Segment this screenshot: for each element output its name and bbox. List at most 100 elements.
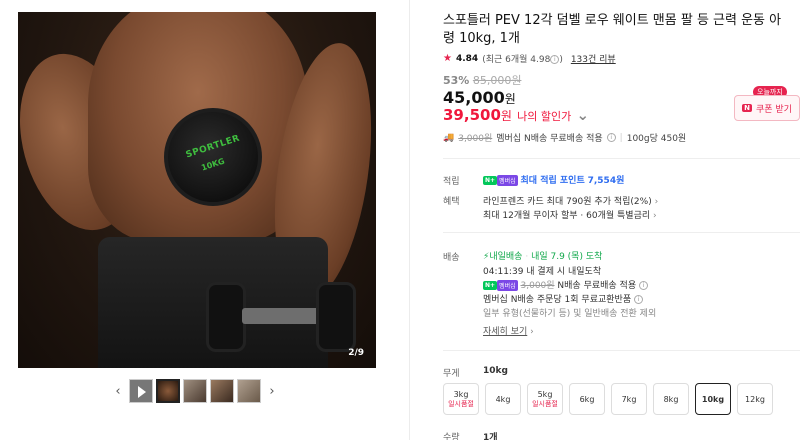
- naver-n-icon: N: [742, 104, 752, 112]
- option-7kg[interactable]: 7kg: [611, 383, 647, 415]
- thumbnail-fill: [211, 380, 233, 402]
- n-delivery-row: N+ 멤버십 3,000원 N배송 무료배송 적용 i: [483, 278, 648, 291]
- divider: ·: [525, 252, 529, 262]
- points-label: 적립: [443, 177, 460, 187]
- option-label: 7kg: [621, 394, 637, 404]
- dumbbell-handle: [242, 308, 320, 324]
- benefit-card[interactable]: 라인프렌즈 카드 최대 790원 추가 적립(2%) ›: [483, 194, 658, 207]
- divider: |: [619, 132, 623, 143]
- option-soldout: 일시품절: [448, 399, 474, 408]
- option-soldout: 일시품절: [532, 399, 558, 408]
- dumbbell-plate: [316, 282, 356, 352]
- coupon-button[interactable]: N 쿠폰 받기: [734, 95, 800, 121]
- shipping-original-fee: 3,000원: [458, 134, 493, 144]
- my-price-label: 나의 할인가: [517, 110, 572, 123]
- benefit-card-text: 라인프렌즈 카드 최대 790원 추가 적립(2%): [483, 197, 652, 207]
- chevron-down-icon: ⌄: [576, 106, 590, 124]
- option-8kg[interactable]: 8kg: [653, 383, 689, 415]
- rating-row: ★ 4.84 (최근 6개월 4.98 i) 133건 리뷰: [443, 52, 616, 65]
- npay-icon: N+: [483, 281, 498, 290]
- option-label: 8kg: [663, 394, 679, 404]
- star-icon: ★: [443, 53, 452, 64]
- image-counter: 2/9: [348, 348, 364, 358]
- option-label: 3kg: [453, 389, 469, 399]
- thumbnail-5[interactable]: [237, 379, 261, 403]
- my-discount-price[interactable]: 39,500원 나의 할인가 ⌄: [443, 106, 589, 124]
- thumbnail-strip: ‹ ›: [110, 378, 280, 404]
- rating-detail-text: (최근 6개월 4.98: [482, 55, 551, 65]
- option-label: 12kg: [745, 394, 765, 404]
- review-link[interactable]: 133건 리뷰: [571, 52, 616, 65]
- option-3kg[interactable]: 3kg 일시품절: [443, 383, 479, 415]
- rating-detail: (최근 6개월 4.98 i): [482, 55, 563, 65]
- sale-price-unit: 원: [504, 92, 516, 106]
- n-delivery-text: N배송 무료배송 적용: [557, 281, 637, 291]
- thumb-prev-arrow[interactable]: ‹: [110, 384, 126, 399]
- weight-label: 무게: [443, 369, 460, 379]
- info-icon[interactable]: i: [606, 133, 616, 142]
- thumbnail-4[interactable]: [210, 379, 234, 403]
- play-icon: [138, 386, 146, 398]
- thumbnail-2[interactable]: [156, 379, 180, 403]
- weight-options: 3kg 일시품절 4kg 5kg 일시품절 6kg 7kg 8kg 10kg 12k…: [443, 383, 773, 415]
- info-icon[interactable]: i: [550, 55, 560, 64]
- delivery-cutoff: 04:11:39 내 결제 시 내일도착: [483, 267, 602, 277]
- weight-selected-value: 10kg: [483, 366, 508, 376]
- chevron-right-icon: ›: [654, 197, 659, 207]
- dumbbell-plate: [206, 282, 246, 352]
- membership-icon: 멤버십: [497, 175, 518, 186]
- thumbnail-video[interactable]: [129, 379, 153, 403]
- npay-icon: N+: [483, 176, 498, 185]
- exchange-row: 멤버십 N배송 주문당 1회 무료교환반품 i: [483, 292, 643, 305]
- points-value-row[interactable]: N+ 멤버십 최대 적립 포인트 7,554원: [483, 173, 624, 186]
- divider: [443, 158, 800, 159]
- option-6kg[interactable]: 6kg: [569, 383, 605, 415]
- delivery-note: 일부 유형(선물하기 등) 및 일반배송 전환 제외: [483, 309, 657, 319]
- info-icon[interactable]: i: [639, 281, 648, 290]
- option-label: 6kg: [579, 394, 595, 404]
- n-delivery-strike: 3,000원: [520, 281, 555, 291]
- info-icon[interactable]: i: [633, 295, 643, 304]
- dumbbell-upper: SPORTLER 10KG: [164, 108, 262, 206]
- sale-price: 45,000원: [443, 88, 516, 107]
- main-product-image[interactable]: SPORTLER 10KG 2/9: [18, 12, 376, 368]
- option-label: 5kg: [537, 389, 553, 399]
- thumbnail-fill: [184, 380, 206, 402]
- my-price-value: 39,500: [443, 106, 501, 124]
- option-10kg[interactable]: 10kg: [695, 383, 731, 415]
- discount-percent: 53%: [443, 74, 470, 87]
- benefits-label: 혜택: [443, 197, 460, 207]
- product-info-panel: 스포틀러 PEV 12각 덤벨 로우 웨이트 맨몸 팔 등 근력 운동 아령 1…: [411, 0, 800, 440]
- option-4kg[interactable]: 4kg: [485, 383, 521, 415]
- delivery-label: 배송: [443, 253, 460, 263]
- coupon-label: 쿠폰 받기: [755, 104, 792, 115]
- dumbbell-lower: [206, 282, 356, 352]
- detail-link-text: 자세히 보기: [483, 327, 528, 337]
- product-title: 스포틀러 PEV 12각 덤벨 로우 웨이트 맨몸 팔 등 근력 운동 아령 1…: [443, 13, 782, 46]
- exchange-text: 멤버십 N배송 주문당 1회 무료교환반품: [483, 295, 632, 305]
- membership-icon: 멤버십: [497, 280, 518, 291]
- thumb-next-arrow[interactable]: ›: [264, 384, 280, 399]
- rating-score: 4.84: [455, 53, 479, 64]
- benefit-installment[interactable]: 최대 12개월 무이자 할부 · 60개월 특별금리 ›: [483, 208, 657, 221]
- tomorrow-delivery-badge: ⚡내일배송: [483, 252, 523, 262]
- points-text: 최대 적립 포인트: [520, 176, 585, 186]
- option-5kg[interactable]: 5kg 일시품절: [527, 383, 563, 415]
- divider: [443, 232, 800, 233]
- quantity-value: 1개: [483, 433, 498, 440]
- delivery-detail-link[interactable]: 자세히 보기 ›: [483, 324, 534, 337]
- chevron-right-icon: ›: [530, 327, 534, 337]
- quantity-label: 수량: [443, 433, 460, 440]
- discount-row: 53% 85,000원: [443, 72, 521, 88]
- delivery-arrival: 내일 7.9 (목) 도착: [531, 252, 603, 262]
- thumbnail-fill: [238, 380, 260, 402]
- shipping-text: 멤버십 N배송 무료배송 적용: [496, 134, 603, 144]
- product-gallery: SPORTLER 10KG 2/9 ‹ ›: [0, 0, 410, 440]
- thumbnail-3[interactable]: [183, 379, 207, 403]
- points-amount: 7,554원: [587, 176, 625, 186]
- option-12kg[interactable]: 12kg: [737, 383, 773, 415]
- shipping-line: 🚚 3,000원 멤버십 N배송 무료배송 적용 i | 100g당 450원: [443, 131, 686, 145]
- truck-icon: 🚚: [443, 132, 455, 143]
- option-label: 10kg: [701, 394, 725, 404]
- option-label: 4kg: [495, 394, 511, 404]
